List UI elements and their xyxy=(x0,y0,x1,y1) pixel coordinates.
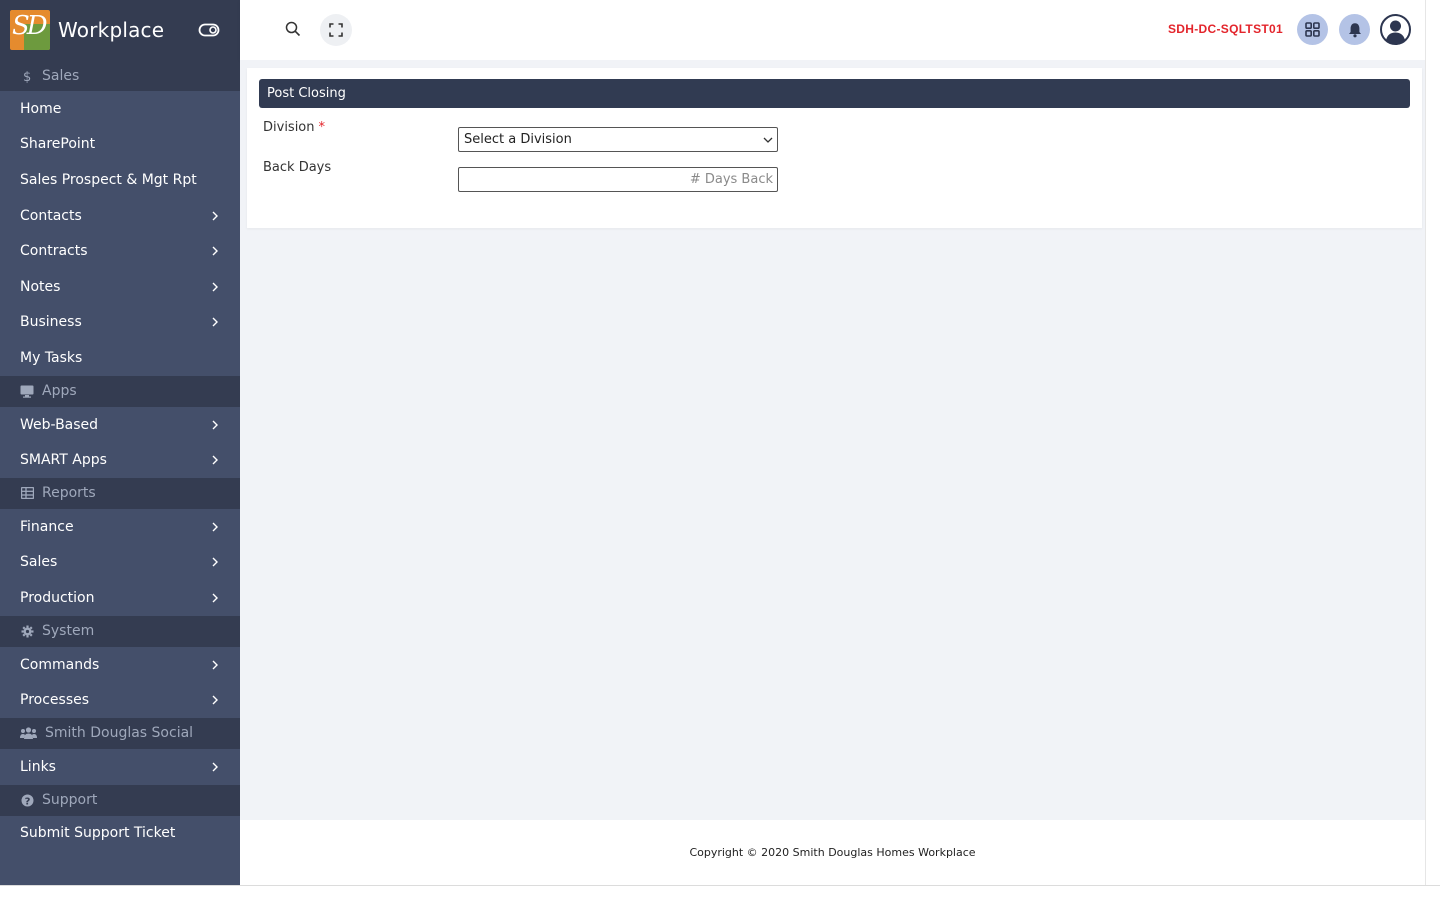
copyright-text: Copyright © 2020 Smith Douglas Homes Wor… xyxy=(689,846,976,859)
back-days-input[interactable] xyxy=(458,167,778,192)
chevron-right-icon xyxy=(212,211,218,221)
sidebar-item-home[interactable]: Home xyxy=(0,91,240,127)
sidebar-item-notes[interactable]: Notes xyxy=(0,269,240,305)
sidebar-item-my-tasks[interactable]: My Tasks xyxy=(0,340,240,376)
monitor-icon xyxy=(20,384,34,398)
users-icon xyxy=(20,726,37,740)
sidebar-item-label: SharePoint xyxy=(20,136,96,153)
sidebar-item-label: Commands xyxy=(20,656,100,673)
top-bar: SDH-DC-SQLTST01 xyxy=(240,0,1425,60)
dollar-icon: $ xyxy=(20,69,34,83)
section-support: ? Support xyxy=(0,784,240,816)
sidebar-item-label: Business xyxy=(20,314,82,331)
section-label: Apps xyxy=(42,383,77,400)
section-reports: Reports xyxy=(0,477,240,509)
bell-icon xyxy=(1348,22,1361,37)
chevron-right-icon xyxy=(212,522,218,532)
footer: Copyright © 2020 Smith Douglas Homes Wor… xyxy=(240,820,1425,885)
sidebar-item-label: Production xyxy=(20,589,95,606)
table-icon xyxy=(20,486,34,500)
sidebar-item-label: Home xyxy=(20,100,62,117)
sidebar-item-production[interactable]: Production xyxy=(0,580,240,616)
chevron-right-icon xyxy=(212,695,218,705)
user-icon xyxy=(1380,14,1411,45)
chevron-right-icon xyxy=(212,455,218,465)
sidebar-item-submit-ticket[interactable]: Submit Support Ticket xyxy=(0,816,240,852)
search-icon[interactable] xyxy=(285,21,301,37)
back-days-label: Back Days xyxy=(263,160,332,175)
sidebar-item-business[interactable]: Business xyxy=(0,305,240,341)
page-scroll-edge xyxy=(1425,0,1440,885)
sidebar-item-label: Sales Prospect & Mgt Rpt xyxy=(20,171,197,188)
svg-text:$: $ xyxy=(23,70,31,83)
sidebar-item-label: Links xyxy=(20,758,56,775)
division-select[interactable]: Select a Division xyxy=(458,127,778,152)
fullscreen-icon xyxy=(329,23,343,37)
section-system: System xyxy=(0,615,240,647)
section-label: System xyxy=(42,623,95,640)
company-logo[interactable]: SD xyxy=(10,10,50,50)
sidebar-item-label: Sales xyxy=(20,554,58,571)
chevron-right-icon xyxy=(212,282,218,292)
brand: SD Workplace xyxy=(0,0,240,60)
division-label: Division * xyxy=(263,120,325,135)
gear-icon xyxy=(20,624,34,638)
card-title: Post Closing xyxy=(259,79,1410,108)
sidebar: SD Workplace $ Sales Home SharePoint Sal… xyxy=(0,0,240,885)
chevron-right-icon xyxy=(212,420,218,430)
sidebar-item-label: Contacts xyxy=(20,207,82,224)
section-label: Support xyxy=(42,792,98,808)
question-icon: ? xyxy=(20,793,34,807)
grid-icon xyxy=(1305,22,1320,37)
sidebar-item-web-based[interactable]: Web-Based xyxy=(0,407,240,443)
post-closing-card: Post Closing Division * Select a Division… xyxy=(247,68,1422,228)
chevron-right-icon xyxy=(212,660,218,670)
sidebar-item-commands[interactable]: Commands xyxy=(0,647,240,683)
sidebar-item-label: Web-Based xyxy=(20,416,99,433)
fullscreen-button[interactable] xyxy=(320,14,352,46)
sidebar-item-label: Processes xyxy=(20,692,90,709)
svg-text:?: ? xyxy=(24,796,30,807)
division-selected-value: Select a Division xyxy=(464,132,572,147)
sidebar-item-processes[interactable]: Processes xyxy=(0,682,240,718)
sidebar-item-finance[interactable]: Finance xyxy=(0,509,240,545)
division-label-text: Division xyxy=(263,120,315,135)
section-label: Smith Douglas Social xyxy=(45,725,194,742)
sidebar-item-label: My Tasks xyxy=(20,349,83,366)
apps-grid-button[interactable] xyxy=(1297,14,1328,45)
section-apps: Apps xyxy=(0,375,240,407)
section-label: Reports xyxy=(42,485,96,502)
section-social: Smith Douglas Social xyxy=(0,717,240,749)
chevron-right-icon xyxy=(212,246,218,256)
sidebar-nav: $ Sales Home SharePoint Sales Prospect &… xyxy=(0,60,240,851)
sidebar-item-links[interactable]: Links xyxy=(0,749,240,785)
brand-title: Workplace xyxy=(58,18,165,42)
chevron-right-icon xyxy=(212,762,218,772)
notifications-button[interactable] xyxy=(1339,14,1370,45)
sidebar-toggle-icon[interactable] xyxy=(198,20,220,40)
chevron-right-icon xyxy=(212,593,218,603)
sidebar-item-label: Contracts xyxy=(20,243,88,260)
sidebar-item-label: Finance xyxy=(20,518,74,535)
sidebar-item-sales-report[interactable]: Sales xyxy=(0,545,240,581)
section-label: Sales xyxy=(42,67,80,84)
chevron-right-icon xyxy=(212,557,218,567)
sidebar-item-label: Notes xyxy=(20,278,61,295)
sidebar-item-smart-apps[interactable]: SMART Apps xyxy=(0,442,240,478)
server-name: SDH-DC-SQLTST01 xyxy=(1168,22,1283,36)
sidebar-item-contracts[interactable]: Contracts xyxy=(0,233,240,269)
section-sales: $ Sales xyxy=(0,60,240,91)
user-avatar[interactable] xyxy=(1380,14,1411,45)
sidebar-item-label: SMART Apps xyxy=(20,452,107,469)
main-content: Post Closing Division * Select a Division… xyxy=(240,60,1425,820)
sidebar-item-sharepoint[interactable]: SharePoint xyxy=(0,127,240,163)
sidebar-item-label: Submit Support Ticket xyxy=(20,825,176,842)
sidebar-item-contacts[interactable]: Contacts xyxy=(0,198,240,234)
chevron-down-icon xyxy=(763,137,773,143)
sidebar-item-sales-prospect[interactable]: Sales Prospect & Mgt Rpt xyxy=(0,162,240,198)
chevron-right-icon xyxy=(212,317,218,327)
bottom-edge xyxy=(0,885,1440,900)
required-mark: * xyxy=(318,120,326,135)
